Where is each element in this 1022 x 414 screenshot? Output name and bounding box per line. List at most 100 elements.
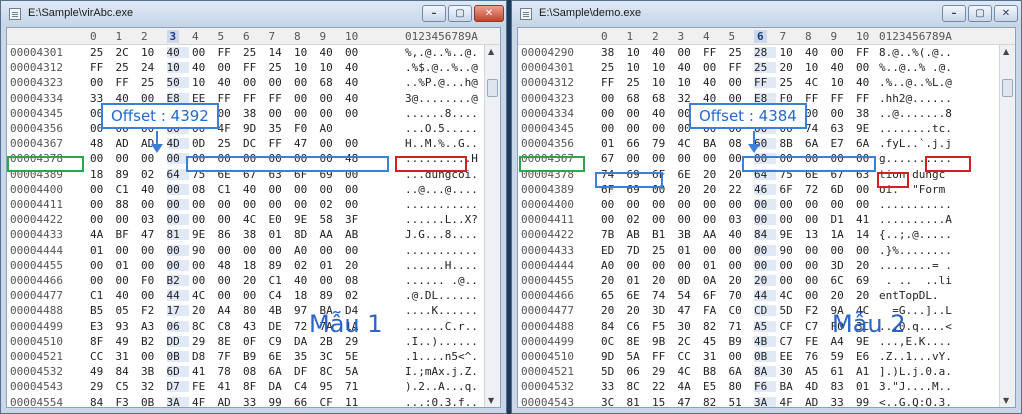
hex-byte[interactable]: 00 [90,153,112,164]
hex-byte[interactable]: 10 [627,47,649,58]
hex-byte[interactable]: 03 [729,214,751,225]
hex-row[interactable]: 00004554 84 F3 0B 3A 4F AD 33 99 66 CF 11 ...:0.3.f.… [7,396,500,407]
hex-byte[interactable]: 00 [141,260,163,271]
hex-byte[interactable]: C1 [269,275,291,286]
hex-byte[interactable]: 6E [627,290,649,301]
hex-byte[interactable]: 71 [345,381,367,392]
maximize-button[interactable]: ▢ [448,5,472,22]
hex-byte[interactable]: 00 [652,153,674,164]
hex-row[interactable]: 00004367 67 00 00 00 00 00 00 00 00 00 00 g.........… [518,153,1015,165]
hex-byte[interactable]: 05 [116,305,138,316]
hex-byte[interactable]: 01 [116,260,138,271]
hex-byte[interactable]: 83 [831,381,853,392]
hex-byte[interactable]: 10 [166,62,189,74]
hex-byte[interactable]: 20 [652,275,674,286]
hex-byte[interactable]: 86 [218,229,240,240]
hex-byte[interactable]: 00 [141,290,163,301]
hex-row[interactable]: 00004334 33 40 00 E8 EE FF FF FF 00 00 40 3@........… [7,92,500,104]
hex-byte[interactable]: 00 [652,123,674,134]
hex-byte[interactable]: 68 [652,93,674,104]
hex-byte[interactable]: 00 [780,214,802,225]
hex-byte[interactable]: 02 [141,169,163,180]
hex-byte[interactable]: F2 [141,305,163,316]
hex-byte[interactable]: 00 [652,214,674,225]
hex-byte[interactable]: 00 [627,108,649,119]
hex-byte[interactable]: 00 [601,108,623,119]
hex-byte[interactable]: 5E [345,351,367,362]
minimize-button[interactable]: – [422,5,446,22]
hex-row[interactable]: 00004312 FF 25 10 10 40 00 FF 25 4C 10 40 .%..@..%L.… [518,77,1015,89]
hex-byte[interactable]: 00 [805,275,827,286]
hex-byte[interactable]: F2 [805,305,827,316]
hex-byte[interactable]: 00 [678,153,700,164]
hex-row[interactable]: 0000435600000000004F9D35F0A0...O.5..... [7,123,500,134]
hex-byte[interactable]: 63 [856,169,878,180]
hex-byte[interactable]: 32 [678,93,700,104]
hex-byte[interactable]: 00 [166,153,189,165]
hex-byte[interactable]: BA [780,381,802,392]
hex-byte[interactable]: 10 [805,62,827,73]
hex-byte[interactable]: 00 [218,275,240,286]
hex-byte[interactable]: FF [269,93,291,104]
hex-byte[interactable]: 30 [678,321,700,332]
hex-byte[interactable]: 8C [192,321,214,332]
hex-byte[interactable]: 40 [294,275,316,286]
hex-byte[interactable]: 6A [856,138,878,149]
hex-byte[interactable]: A0 [320,123,342,134]
hex-byte[interactable]: 4C [780,290,802,301]
hex-byte[interactable]: 00 [856,62,878,73]
hex-byte[interactable]: 00 [243,199,265,210]
hex-byte[interactable]: 99 [856,397,878,407]
hex-byte[interactable]: 84 [754,229,776,241]
hex-byte[interactable]: 3B [141,366,163,377]
hex-byte[interactable]: 51 [729,397,751,407]
hex-byte[interactable]: 70 [729,290,751,301]
hex-byte[interactable]: 80 [729,381,751,392]
hex-byte[interactable]: B2 [166,275,189,286]
hex-byte[interactable]: 00 [678,47,700,58]
hex-byte[interactable]: 00 [345,108,367,119]
hex-byte[interactable]: 40 [678,62,700,73]
hex-byte[interactable]: 20 [601,275,623,286]
hex-byte[interactable]: 43 [243,321,265,332]
hex-byte[interactable]: FE [192,381,214,392]
hex-byte[interactable]: 32 [141,381,163,392]
hex-byte[interactable]: 4D [166,138,189,150]
hex-byte[interactable]: 00 [678,199,700,210]
hex-byte[interactable]: 5A [627,351,649,362]
hex-byte[interactable]: F0 [780,93,802,104]
hex-byte[interactable]: 01 [320,260,342,271]
hex-row[interactable]: 00004444 01 00 00 00 90 00 00 00 A0 00 00..........… [7,244,500,256]
hex-byte[interactable]: 40 [243,184,265,195]
hex-byte[interactable]: F3 [116,397,138,407]
hex-byte[interactable]: 3D [652,305,674,316]
hex-row[interactable]: 00004367 48 AD AD 4D 0D 25 DC FF 47 00 00 H..M.%..G.… [7,138,500,150]
hex-byte[interactable]: 00 [141,93,163,104]
hex-byte[interactable]: 00 [320,275,342,286]
hex-byte[interactable]: E6 [856,351,878,362]
hex-byte[interactable]: 00 [729,245,751,256]
hex-byte[interactable]: 00 [269,199,291,210]
hex-byte[interactable]: 00 [601,123,623,134]
hex-byte[interactable]: 6E [218,169,240,180]
hex-byte[interactable]: 4D [805,381,827,392]
hex-byte[interactable]: 8F [90,336,112,347]
hex-byte[interactable]: 00 [754,214,776,226]
hex-byte[interactable]: 00 [831,199,853,210]
hex-byte[interactable]: 41 [218,381,240,392]
hex-byte[interactable]: 61 [831,366,853,377]
hex-byte[interactable]: 25 [90,47,112,58]
hex-byte[interactable]: 74 [805,123,827,134]
hex-byte[interactable]: AD [116,138,138,149]
hex-byte[interactable]: 00 [320,93,342,104]
hex-byte[interactable]: FF [243,62,265,73]
hex-byte[interactable]: FF [703,47,725,58]
hex-byte[interactable]: 00 [116,153,138,164]
hex-byte[interactable]: 40 [345,93,367,104]
hex-byte[interactable]: 00 [780,199,802,210]
hex-byte[interactable]: E0 [269,214,291,225]
hex-byte[interactable]: 24 [141,62,163,73]
hex-byte[interactable]: 00 [116,275,138,286]
hex-byte[interactable]: 6F [294,169,316,180]
hex-byte[interactable]: F6 [754,381,776,393]
